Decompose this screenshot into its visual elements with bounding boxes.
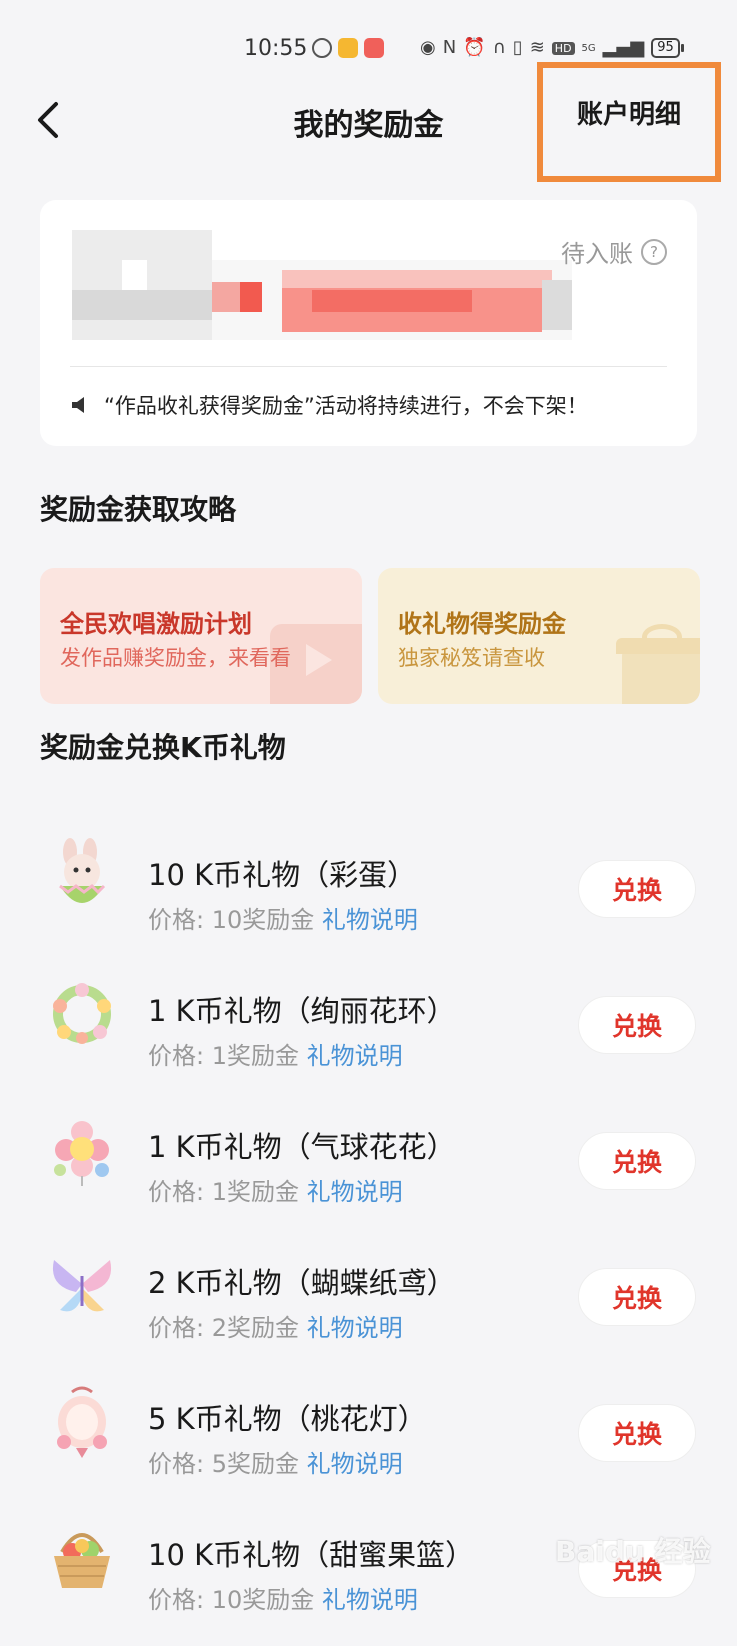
navbar: 我的奖励金 账户明细 [0,62,737,190]
eye-icon: ◉ [420,37,436,58]
pending-label: 待入账 [561,240,633,268]
butterfly-kite-icon [46,1246,118,1324]
blurred-balance [72,220,572,340]
alarm-icon: ⏰ [463,37,486,58]
gift-price: 价格: 1奖励金 礼物说明 [148,1172,403,1207]
strategy-section-title: 奖励金获取攻略 [40,493,237,526]
promo-card-gift-reward[interactable]: 收礼物得奖励金 独家秘笈请查收 [378,568,700,704]
app-notification-red-icon [364,38,384,58]
gift-info-link[interactable]: 礼物说明 [307,1314,403,1342]
gift-info-link[interactable]: 礼物说明 [322,1586,418,1614]
gift-info-link[interactable]: 礼物说明 [322,906,418,934]
system-icons: ◉ N ⏰ ∩ ▯ ≋ HD 5G ▂▄▆ 95 [420,37,684,58]
promo-title: 全民欢唱激励计划 [60,610,252,638]
baidu-watermark: Baidu 经验 [555,1535,711,1568]
gift-price: 价格: 10奖励金 礼物说明 [148,900,418,935]
wifi-icon: ≋ [529,37,545,58]
balloon-flower-icon [46,1110,118,1188]
gift-name: 10 K币礼物（甜蜜果篮） [148,1538,475,1572]
price-text: 价格: 1奖励金 [148,1178,299,1206]
account-detail-label: 账户明细 [576,99,681,130]
redeem-button[interactable]: 兑换 [578,860,696,918]
divider [70,366,667,367]
status-time: 10:55 [244,36,308,61]
hand-icon [312,38,332,58]
gift-price: 价格: 1奖励金 礼物说明 [148,1036,403,1071]
gift-info-link[interactable]: 礼物说明 [307,1178,403,1206]
exchange-section-title: 奖励金兑换K币礼物 [40,731,286,764]
list-item: 2 K币礼物（蝴蝶纸鸢） 价格: 2奖励金 礼物说明 兑换 [0,1238,737,1374]
redeem-button[interactable]: 兑换 [578,1132,696,1190]
promo-subtitle: 独家秘笈请查收 [398,646,545,670]
list-item: 1 K币礼物（气球花花） 价格: 1奖励金 礼物说明 兑换 [0,1102,737,1238]
redeem-button[interactable]: 兑换 [578,1268,696,1326]
notification-icons [312,38,384,58]
gift-name: 2 K币礼物（蝴蝶纸鸢） [148,1266,456,1300]
price-text: 价格: 1奖励金 [148,1042,299,1070]
notice-text: “作品收礼获得奖励金”活动将持续进行，不会下架！ [104,394,588,418]
flower-wreath-icon [46,974,118,1052]
list-item: 1 K币礼物（绚丽花环） 价格: 1奖励金 礼物说明 兑换 [0,966,737,1102]
peach-lantern-icon [46,1382,118,1460]
redeem-button[interactable]: 兑换 [578,1404,696,1462]
gift-info-link[interactable]: 礼物说明 [307,1042,403,1070]
list-item: 10 K币礼物（彩蛋） 价格: 10奖励金 礼物说明 兑换 [0,830,737,966]
gift-info-link[interactable]: 礼物说明 [307,1450,403,1478]
headphones-icon: ∩ [492,37,506,58]
gift-price: 价格: 5奖励金 礼物说明 [148,1444,403,1479]
list-item: 5 K币礼物（桃花灯） 价格: 5奖励金 礼物说明 兑换 [0,1374,737,1510]
notice-bar: “作品收礼获得奖励金”活动将持续进行，不会下架！ [70,390,588,420]
gift-name: 1 K币礼物（气球花花） [148,1130,456,1164]
speaker-icon [70,395,92,415]
gift-icon [612,624,700,704]
signal-icon: ▂▄▆ [602,37,645,58]
account-detail-button[interactable]: 账户明细 [537,62,721,182]
app-notification-icon [338,38,358,58]
vibrate-icon: ▯ [512,37,523,58]
network-label: 5G [581,42,596,54]
redeem-button[interactable]: 兑换 [578,996,696,1054]
gift-name: 5 K币礼物（桃花灯） [148,1402,427,1436]
bunny-egg-icon [46,838,118,916]
battery-icon: 95 [651,38,684,58]
gift-name: 1 K币礼物（绚丽花环） [148,994,456,1028]
promo-title: 收礼物得奖励金 [398,610,566,638]
promo-subtitle: 发作品赚奖励金，来看看 [60,646,291,670]
promo-card-singing-plan[interactable]: 全民欢唱激励计划 发作品赚奖励金，来看看 [40,568,362,704]
balance-card: 待入账 ? “作品收礼获得奖励金”活动将持续进行，不会下架！ [40,200,697,446]
price-text: 价格: 5奖励金 [148,1450,299,1478]
gift-price: 价格: 10奖励金 礼物说明 [148,1580,418,1615]
price-text: 价格: 10奖励金 [148,1586,315,1614]
hd-badge: HD [551,41,575,55]
fruit-basket-icon [46,1518,118,1596]
gift-price: 价格: 2奖励金 礼物说明 [148,1308,403,1343]
price-text: 价格: 10奖励金 [148,906,315,934]
price-text: 价格: 2奖励金 [148,1314,299,1342]
nfc-icon: N [442,37,457,58]
help-icon[interactable]: ? [641,238,667,265]
pending-entry[interactable]: 待入账 ? [561,234,667,269]
gift-name: 10 K币礼物（彩蛋） [148,858,417,892]
